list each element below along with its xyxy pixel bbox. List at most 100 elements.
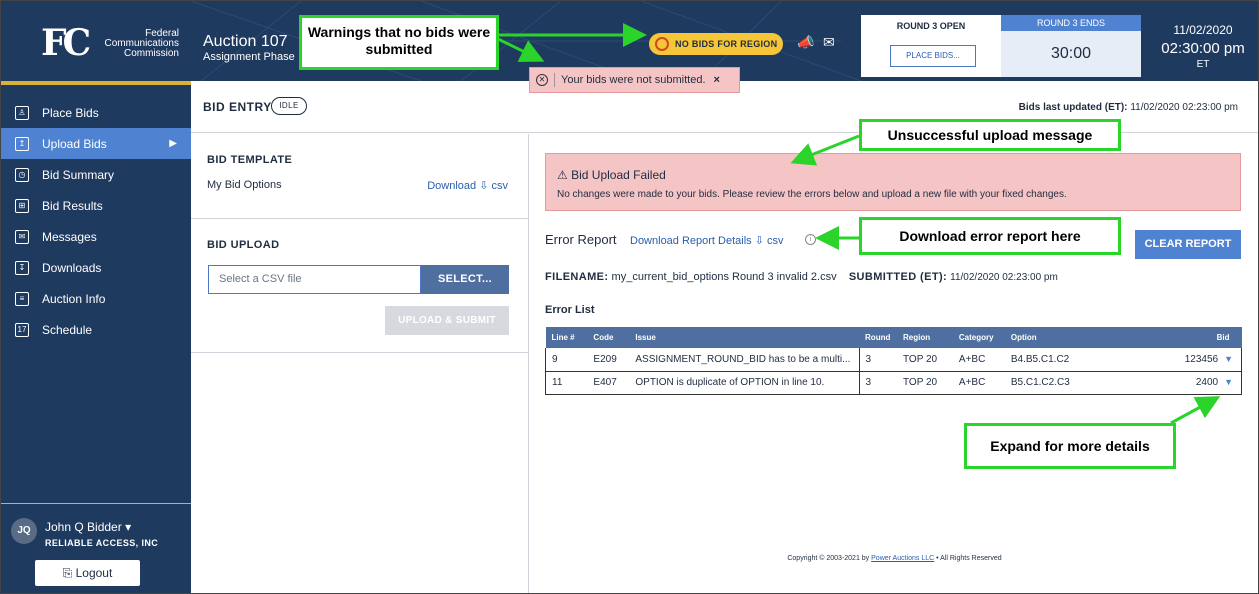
column-header: Category — [952, 327, 1005, 348]
round-ends-label: ROUND 3 ENDS — [1001, 15, 1141, 31]
timezone: ET — [1196, 59, 1210, 70]
user-name: John Q Bidder — [45, 520, 122, 534]
bid-template-option: My Bid Options — [207, 179, 282, 191]
table-cell: TOP 20 — [897, 348, 953, 372]
error-list-title: Error List — [545, 304, 595, 316]
round-status-panel: ROUND 3 OPEN PLACE BIDS... ROUND 3 ENDS … — [861, 15, 1141, 77]
expand-chevron-icon[interactable]: ▼ — [1224, 377, 1233, 387]
copyright-prefix: Copyright © 2003-2021 by — [787, 555, 870, 562]
upload-failed-title: ⚠ Bid Upload Failed — [557, 168, 666, 182]
sidebar-item-upload-bids[interactable]: ↥ Upload Bids ▶ — [1, 128, 191, 159]
bid-value: 123456 — [1184, 353, 1219, 365]
upload-submit-button[interactable]: UPLOAD & SUBMIT — [385, 306, 509, 335]
sidebar-item-label: Downloads — [42, 260, 102, 275]
calendar-icon: 17 — [15, 322, 29, 337]
submitted-label: SUBMITTED (ET): — [848, 271, 948, 283]
current-datetime: 11/02/2020 02:30:00 pm ET — [1151, 23, 1255, 70]
table-cell: TOP 20 — [897, 371, 953, 395]
column-header: Option — [1004, 327, 1167, 348]
upload-report-panel: ⚠ Bid Upload Failed No changes were made… — [529, 134, 1258, 593]
annotation-expand: Expand for more details — [964, 423, 1176, 469]
caret-down-icon: ▾ — [125, 520, 132, 534]
app-frame: FC Federal Communications Commission Auc… — [0, 0, 1259, 594]
power-auctions-link[interactable]: Power Auctions LLC — [871, 555, 934, 562]
user-menu[interactable]: John Q Bidder ▾ — [45, 520, 131, 534]
close-icon[interactable]: × — [714, 74, 720, 86]
annotation-download-report: Download error report here — [859, 217, 1121, 255]
select-file-button[interactable]: SELECT... — [421, 265, 509, 294]
csv-file-input[interactable]: Select a CSV file — [208, 265, 421, 294]
fcc-logo-mark: FC — [41, 22, 91, 64]
caret-right-icon: ▶ — [169, 138, 177, 149]
logout-label: Logout — [75, 566, 113, 580]
table-cell: A+BC — [952, 348, 1005, 372]
annotation-warnings: Warnings that no bids were submitted — [299, 15, 499, 70]
warning-triangle-icon: ⚠ — [557, 168, 572, 182]
error-report-title: Error Report — [545, 232, 617, 247]
last-updated: Bids last updated (ET): 11/02/2020 02:23… — [1019, 102, 1238, 113]
copyright-suffix: • All Rights Reserved — [936, 555, 1002, 562]
place-bids-header-button[interactable]: PLACE BIDS... — [890, 45, 976, 67]
sidebar-item-schedule[interactable]: 17 Schedule — [1, 314, 191, 345]
file-download-icon: ⇩ — [479, 180, 492, 192]
table-cell: 123456 ▼ — [1166, 348, 1242, 372]
megaphone-icon[interactable]: 📣 — [797, 34, 814, 51]
gavel-icon: ♙ — [15, 105, 29, 120]
no-bids-warning-label: NO BIDS FOR REGION — [675, 39, 778, 49]
error-toast-message: Your bids were not submitted. — [561, 74, 706, 86]
info-icon[interactable]: i — [805, 234, 816, 245]
logout-icon: ⎘ — [62, 566, 76, 580]
upload-failed-alert: ⚠ Bid Upload Failed No changes were made… — [545, 153, 1241, 211]
csv-label: csv — [491, 180, 509, 192]
download-report-details-link[interactable]: Download Report Details ⇩ csv — [630, 234, 784, 247]
sidebar-item-messages[interactable]: ✉ Messages — [1, 221, 191, 252]
column-header: Region — [897, 327, 953, 348]
annotation-unsuccessful: Unsuccessful upload message — [859, 119, 1121, 151]
sidebar-item-downloads[interactable]: ↧ Downloads — [1, 252, 191, 283]
copyright: Copyright © 2003-2021 by Power Auctions … — [529, 555, 1258, 562]
filename-label: FILENAME: — [545, 271, 609, 283]
table-row[interactable]: 11 E407 OPTION is duplicate of OPTION in… — [545, 371, 1242, 395]
results-icon: ⊞ — [15, 198, 29, 213]
error-circle-icon: ✕ — [536, 74, 548, 86]
summary-icon: ◷ — [15, 167, 29, 182]
table-cell: 9 — [545, 348, 588, 372]
sidebar-item-label: Messages — [42, 229, 97, 244]
round-open-label: ROUND 3 OPEN — [896, 21, 966, 31]
user-company: RELIABLE ACCESS, INC — [45, 538, 159, 548]
table-cell: 11 — [545, 371, 588, 395]
sidebar-item-place-bids[interactable]: ♙ Place Bids — [1, 97, 191, 128]
column-header: Line # — [545, 327, 588, 348]
expand-chevron-icon[interactable]: ▼ — [1224, 354, 1233, 364]
envelope-icon: ✉ — [15, 229, 29, 244]
divider — [191, 352, 529, 353]
current-date: 11/02/2020 — [1173, 23, 1233, 37]
no-bids-warning-badge[interactable]: NO BIDS FOR REGION — [649, 33, 783, 55]
download-label: Download — [427, 180, 477, 192]
table-row[interactable]: 9 E209 ASSIGNMENT_ROUND_BID has to be a … — [545, 348, 1242, 372]
sidebar-item-label: Auction Info — [42, 291, 106, 306]
sidebar-item-auction-info[interactable]: ≡ Auction Info — [1, 283, 191, 314]
fcc-logo-text: Federal Communications Commission — [99, 29, 179, 59]
sidebar-item-bid-summary[interactable]: ◷ Bid Summary — [1, 159, 191, 190]
user-area: JQ John Q Bidder ▾ RELIABLE ACCESS, INC … — [1, 503, 191, 593]
round-timer: 30:00 — [1050, 45, 1092, 62]
bid-template-title: BID TEMPLATE — [207, 154, 293, 166]
clipboard-icon: ≡ — [15, 291, 29, 306]
submitted-value: 11/02/2020 02:23:00 pm — [950, 272, 1058, 283]
fcc-logo[interactable]: FC Federal Communications Commission — [27, 21, 187, 65]
download-template-link[interactable]: Download ⇩ csv — [427, 179, 508, 192]
sidebar-item-bid-results[interactable]: ⊞ Bid Results — [1, 190, 191, 221]
logout-button[interactable]: ⎘ Logout — [35, 560, 140, 586]
lightbulb-icon — [655, 37, 669, 51]
table-cell: B5.C1.C2.C3 — [1004, 371, 1167, 395]
clear-report-button[interactable]: CLEAR REPORT — [1135, 230, 1241, 259]
upload-failed-message: No changes were made to your bids. Pleas… — [557, 189, 1067, 200]
column-header: Round — [859, 327, 897, 348]
divider — [191, 218, 529, 219]
table-cell: 2400 ▼ — [1166, 371, 1242, 395]
column-header: Code — [587, 327, 630, 348]
file-download-icon: ⇩ — [754, 235, 768, 247]
table-cell: E209 — [587, 348, 630, 372]
envelope-icon[interactable]: ✉ — [823, 34, 835, 51]
